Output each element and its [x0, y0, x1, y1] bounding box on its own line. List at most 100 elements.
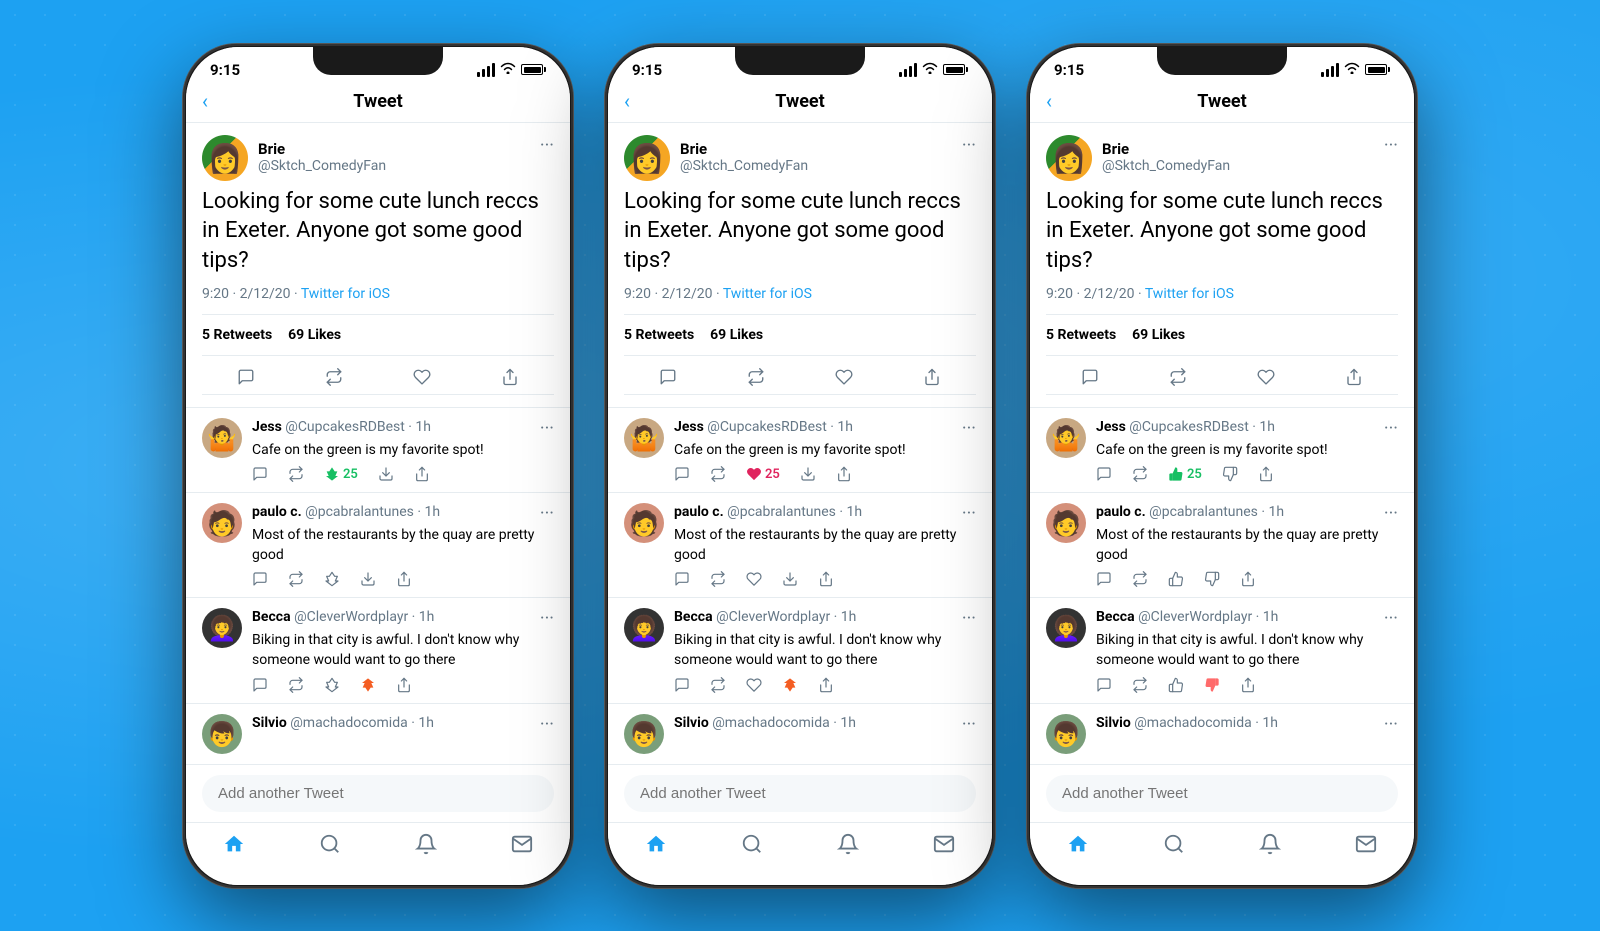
- reply-becca-retweet-1[interactable]: [288, 677, 304, 693]
- reply-action-2[interactable]: [659, 368, 677, 386]
- nav-home-2[interactable]: [645, 833, 667, 861]
- share-action-3[interactable]: [1345, 368, 1363, 386]
- tweet-content-1[interactable]: Brie @Sktch_ComedyFan ··· Looking for so…: [186, 123, 570, 764]
- nav-home-1[interactable]: [223, 833, 245, 861]
- reply-paulo-retweet-1[interactable]: [288, 571, 304, 587]
- avatar-becca-1[interactable]: [202, 608, 242, 648]
- reply-paulo-share-2[interactable]: [818, 571, 834, 587]
- more-icon-1[interactable]: ···: [540, 135, 554, 156]
- twitter-for-ios-link-2[interactable]: Twitter for iOS: [723, 286, 812, 302]
- reply-jess-retweet-2[interactable]: [710, 466, 726, 482]
- nav-search-1[interactable]: [319, 833, 341, 861]
- reply-becca-more-1[interactable]: ···: [540, 608, 554, 629]
- reply-jess-thumbdown-3[interactable]: [1222, 466, 1238, 482]
- avatar-brie-3[interactable]: [1046, 135, 1092, 181]
- reply-becca-more-2[interactable]: ···: [962, 608, 976, 629]
- reply-becca-retweet-2[interactable]: [710, 677, 726, 693]
- twitter-for-ios-link-1[interactable]: Twitter for iOS: [301, 286, 390, 302]
- reply-becca-retweet-3[interactable]: [1132, 677, 1148, 693]
- reply-jess-download-1[interactable]: [378, 466, 394, 482]
- avatar-paulo-3[interactable]: [1046, 503, 1086, 543]
- reply-jess-more-2[interactable]: ···: [962, 418, 976, 439]
- avatar-jess-3[interactable]: [1046, 418, 1086, 458]
- reply-jess-more-1[interactable]: ···: [540, 418, 554, 439]
- avatar-jess-1[interactable]: [202, 418, 242, 458]
- reply-paulo-more-1[interactable]: ···: [540, 503, 554, 524]
- like-action-3[interactable]: [1257, 368, 1275, 386]
- reply-becca-share-3[interactable]: [1240, 677, 1256, 693]
- avatar-becca-2[interactable]: [624, 608, 664, 648]
- reply-becca-thumbup-3[interactable]: [1168, 677, 1184, 693]
- twitter-for-ios-link-3[interactable]: Twitter for iOS: [1145, 286, 1234, 302]
- reply-becca-upvote-1[interactable]: [324, 677, 340, 693]
- reply-jess-download-2[interactable]: [800, 466, 816, 482]
- reply-becca-heart-2[interactable]: [746, 677, 762, 693]
- reply-paulo-upvote-1[interactable]: [324, 571, 340, 587]
- back-button-3[interactable]: ‹: [1046, 89, 1052, 113]
- add-tweet-input-2[interactable]: [624, 775, 976, 812]
- reply-becca-thumbdown-active-3[interactable]: [1204, 677, 1220, 693]
- reply-becca-more-3[interactable]: ···: [1384, 608, 1398, 629]
- retweet-action-3[interactable]: [1169, 368, 1187, 386]
- reply-paulo-more-3[interactable]: ···: [1384, 503, 1398, 524]
- reply-paulo-more-2[interactable]: ···: [962, 503, 976, 524]
- like-action-1[interactable]: [413, 368, 431, 386]
- avatar-silvio-1[interactable]: [202, 714, 242, 754]
- more-icon-3[interactable]: ···: [1384, 135, 1398, 156]
- avatar-jess-2[interactable]: [624, 418, 664, 458]
- reply-paulo-retweet-2[interactable]: [710, 571, 726, 587]
- reply-action-1[interactable]: [237, 368, 255, 386]
- reply-becca-share-1[interactable]: [396, 677, 412, 693]
- tweet-content-3[interactable]: Brie @Sktch_ComedyFan ··· Looking for so…: [1030, 123, 1414, 764]
- reply-becca-comment-2[interactable]: [674, 677, 690, 693]
- share-action-2[interactable]: [923, 368, 941, 386]
- add-tweet-input-3[interactable]: [1046, 775, 1398, 812]
- back-button-2[interactable]: ‹: [624, 89, 630, 113]
- reply-becca-downvote-1[interactable]: [360, 677, 376, 693]
- reply-jess-more-3[interactable]: ···: [1384, 418, 1398, 439]
- reply-paulo-retweet-3[interactable]: [1132, 571, 1148, 587]
- nav-mail-3[interactable]: [1355, 833, 1377, 861]
- avatar-paulo-1[interactable]: [202, 503, 242, 543]
- avatar-brie-1[interactable]: [202, 135, 248, 181]
- reply-jess-share-3[interactable]: [1258, 466, 1274, 482]
- like-action-2[interactable]: [835, 368, 853, 386]
- nav-notifications-2[interactable]: [837, 833, 859, 861]
- back-button-1[interactable]: ‹: [202, 89, 208, 113]
- reply-paulo-heart-2[interactable]: [746, 571, 762, 587]
- reply-paulo-thumbup-3[interactable]: [1168, 571, 1184, 587]
- reply-action-3[interactable]: [1081, 368, 1099, 386]
- reply-paulo-download-2[interactable]: [782, 571, 798, 587]
- nav-notifications-3[interactable]: [1259, 833, 1281, 861]
- reply-jess-share-1[interactable]: [414, 466, 430, 482]
- reply-paulo-comment-3[interactable]: [1096, 571, 1112, 587]
- reply-jess-share-2[interactable]: [836, 466, 852, 482]
- reply-jess-comment-1[interactable]: [252, 466, 268, 482]
- nav-mail-2[interactable]: [933, 833, 955, 861]
- share-action-1[interactable]: [501, 368, 519, 386]
- avatar-paulo-2[interactable]: [624, 503, 664, 543]
- reply-paulo-comment-1[interactable]: [252, 571, 268, 587]
- reply-paulo-share-3[interactable]: [1240, 571, 1256, 587]
- nav-home-3[interactable]: [1067, 833, 1089, 861]
- reply-jess-thumbup-3[interactable]: 25: [1168, 466, 1202, 482]
- reply-jess-comment-3[interactable]: [1096, 466, 1112, 482]
- reply-paulo-thumbdown-3[interactable]: [1204, 571, 1220, 587]
- add-tweet-input-1[interactable]: [202, 775, 554, 812]
- tweet-content-2[interactable]: Brie @Sktch_ComedyFan ··· Looking for so…: [608, 123, 992, 764]
- reply-jess-upvote-1[interactable]: 25: [324, 466, 358, 482]
- nav-search-2[interactable]: [741, 833, 763, 861]
- reply-becca-share-2[interactable]: [818, 677, 834, 693]
- reply-becca-comment-1[interactable]: [252, 677, 268, 693]
- avatar-brie-2[interactable]: [624, 135, 670, 181]
- nav-notifications-1[interactable]: [415, 833, 437, 861]
- reply-jess-retweet-1[interactable]: [288, 466, 304, 482]
- reply-paulo-download-1[interactable]: [360, 571, 376, 587]
- reply-jess-retweet-3[interactable]: [1132, 466, 1148, 482]
- reply-becca-down-2[interactable]: [782, 677, 798, 693]
- reply-jess-comment-2[interactable]: [674, 466, 690, 482]
- nav-search-3[interactable]: [1163, 833, 1185, 861]
- reply-paulo-share-1[interactable]: [396, 571, 412, 587]
- retweet-action-1[interactable]: [325, 368, 343, 386]
- retweet-action-2[interactable]: [747, 368, 765, 386]
